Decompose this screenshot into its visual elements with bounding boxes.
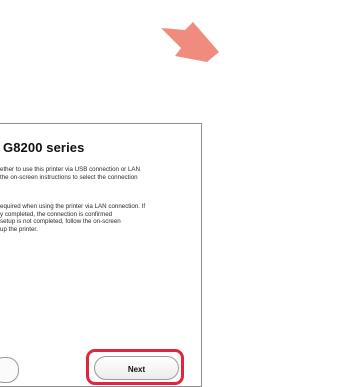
text-line: ether to use this printer via USB connec… xyxy=(0,166,140,173)
text-line: setup is not completed, follow the on-sc… xyxy=(0,218,121,226)
text-line: equired when using the printer via LAN c… xyxy=(0,203,146,210)
text-line: the on-screen instructions to select the… xyxy=(0,173,138,181)
connection-instructions-text: ether to use this printer via USB connec… xyxy=(0,166,196,181)
pointer-arrow-icon xyxy=(155,18,225,68)
text-line: y completed, the connection is confirmed xyxy=(0,210,113,218)
next-button[interactable]: Next xyxy=(94,356,179,380)
lan-instructions-text: equired when using the printer via LAN c… xyxy=(0,203,196,233)
text-line: up the printer. xyxy=(0,225,38,233)
setup-dialog-panel xyxy=(0,123,202,387)
dialog-title: G8200 series xyxy=(3,140,85,155)
next-button-label: Next xyxy=(127,365,146,374)
